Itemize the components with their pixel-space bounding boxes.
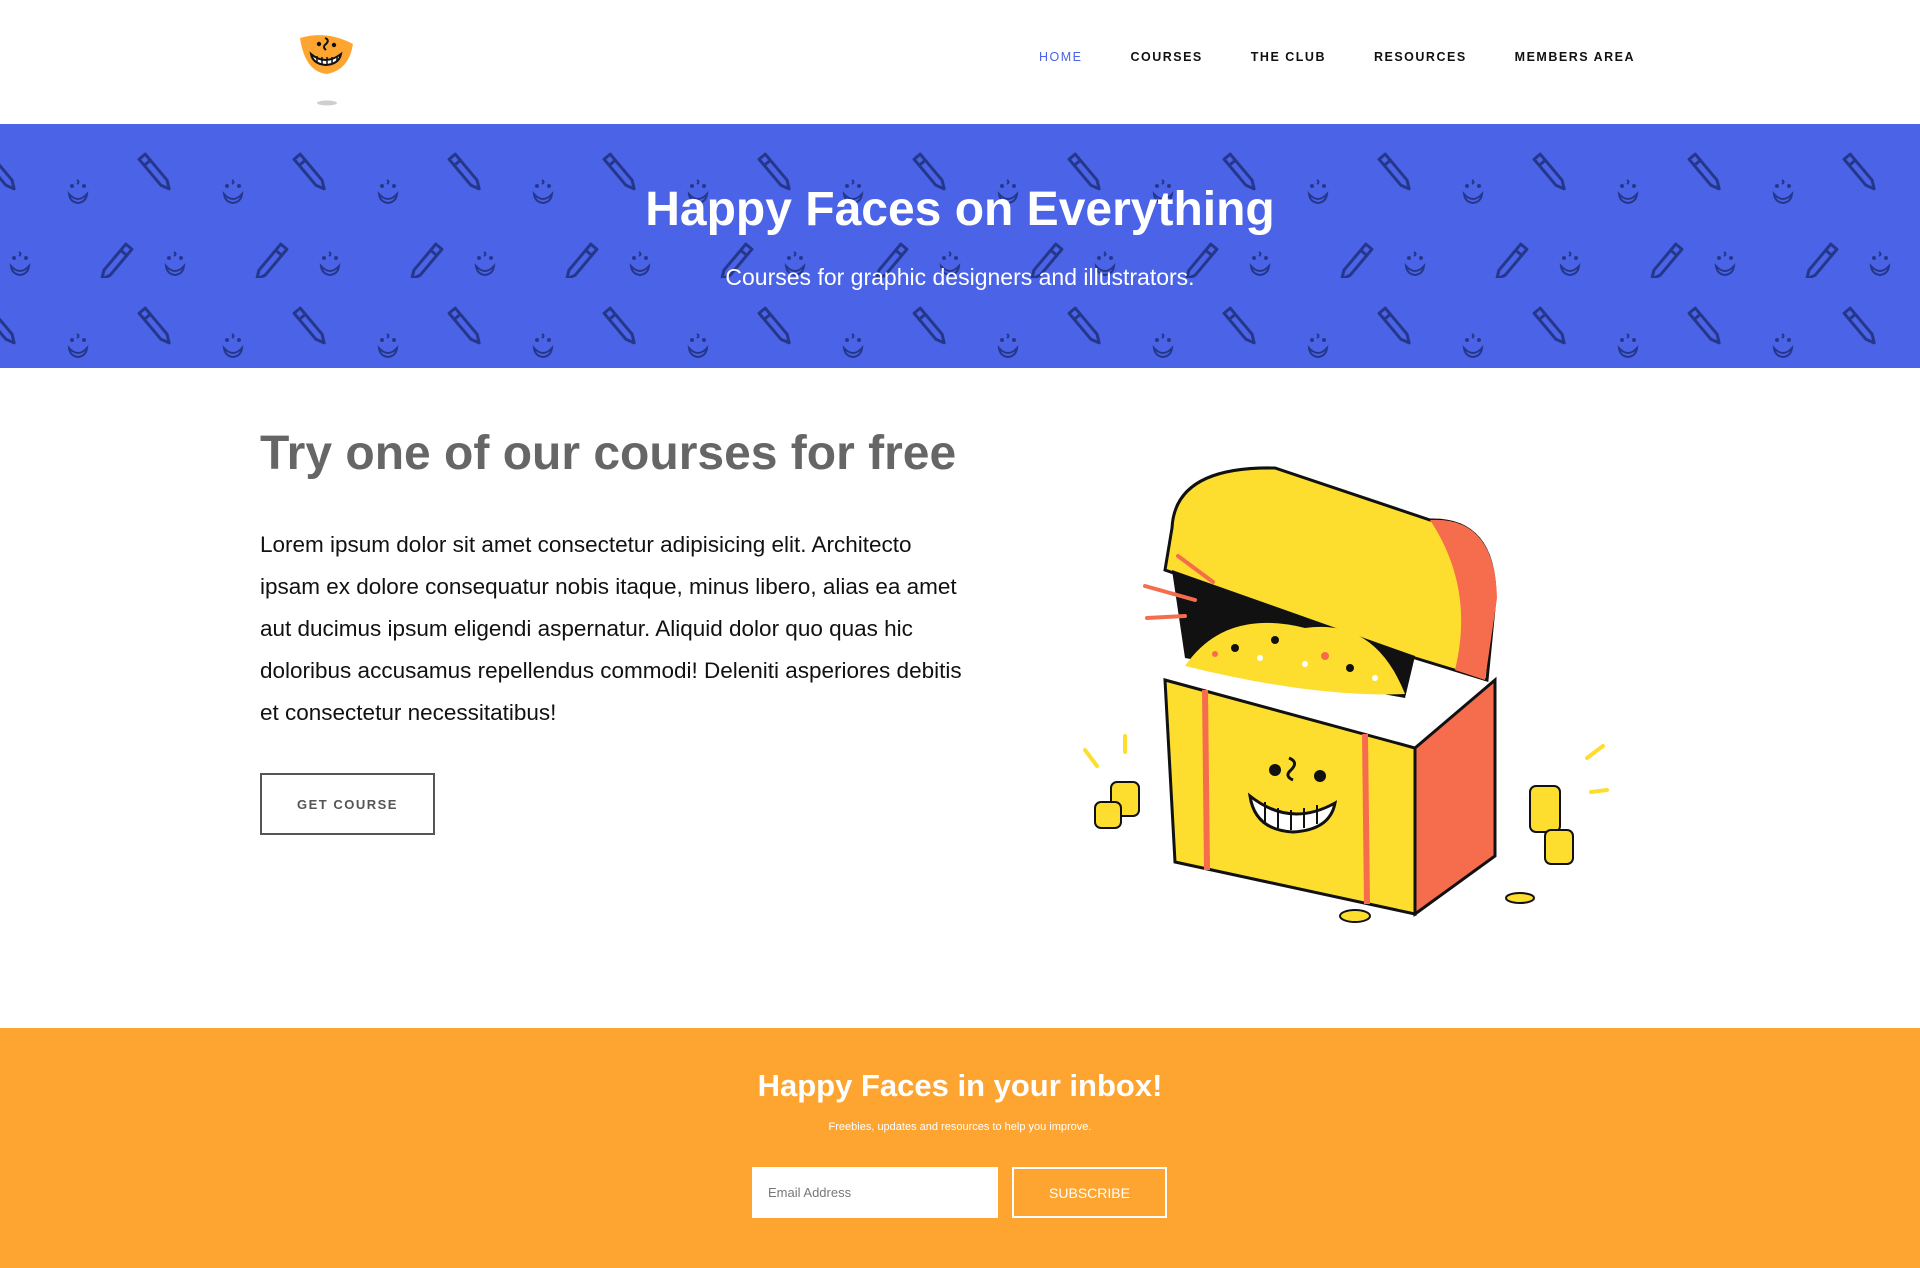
nav-members-area[interactable]: MEMBERS AREA <box>1515 50 1635 64</box>
newsletter-section: Happy Faces in your inbox! Freebies, upd… <box>0 1028 1920 1268</box>
main-nav: HOME COURSES THE CLUB RESOURCES MEMBERS … <box>1039 50 1635 64</box>
course-description: Lorem ipsum dolor sit amet consectetur a… <box>260 532 962 725</box>
hero-pattern <box>0 124 1920 368</box>
free-course-section: Try one of our courses for free Lorem ip… <box>0 368 1920 1028</box>
nav-resources[interactable]: RESOURCES <box>1374 50 1467 64</box>
subscribe-button[interactable]: SUBSCRIBE <box>1012 1167 1167 1218</box>
nav-home[interactable]: HOME <box>1039 50 1083 64</box>
email-input[interactable] <box>752 1167 998 1218</box>
newsletter-subtitle: Freebies, updates and resources to help … <box>828 1121 1092 1133</box>
hero-subtitle: Courses for graphic designers and illust… <box>725 264 1195 290</box>
course-title: Try one of our courses for free <box>260 427 957 480</box>
hero-title: Happy Faces on Everything <box>645 183 1275 236</box>
treasure-chest-illustration <box>1083 466 1609 923</box>
nav-the-club[interactable]: THE CLUB <box>1251 50 1326 64</box>
hero-banner: Happy Faces on Everything Courses for gr… <box>0 124 1920 368</box>
get-course-button[interactable]: GET COURSE <box>260 773 435 835</box>
nav-courses[interactable]: COURSES <box>1130 50 1202 64</box>
site-header: HOME COURSES THE CLUB RESOURCES MEMBERS … <box>0 0 1920 124</box>
newsletter-title: Happy Faces in your inbox! <box>757 1068 1163 1103</box>
happy-face-logo-icon[interactable] <box>297 30 357 108</box>
